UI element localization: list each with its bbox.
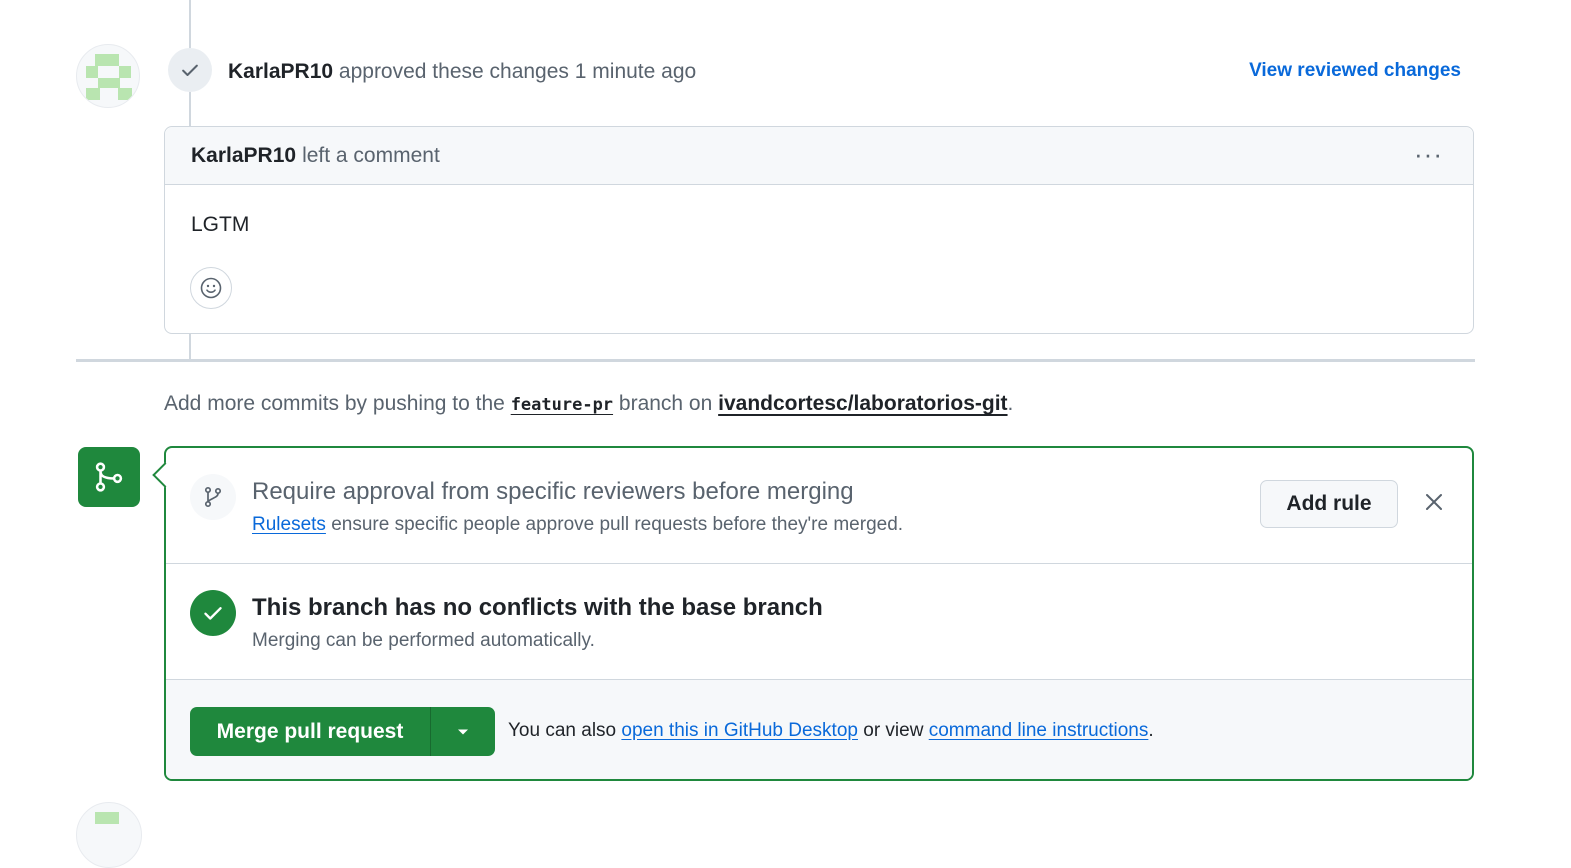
merge-options-dropdown[interactable] (430, 707, 495, 756)
close-icon[interactable] (1422, 490, 1446, 514)
success-check-badge (190, 590, 236, 636)
identicon (95, 812, 119, 824)
ruleset-suggestion: Require approval from specific reviewers… (166, 448, 1472, 564)
timeline-line-mid (189, 92, 191, 126)
merge-status-icon-box (78, 447, 140, 507)
hint-suffix: . (1007, 392, 1014, 415)
next-event-avatar[interactable] (76, 802, 142, 868)
conflicts-status: This branch has no conflicts with the ba… (166, 564, 1472, 680)
review-author[interactable]: KarlaPR10 (228, 60, 333, 83)
timeline-line-lower (189, 334, 191, 360)
also-suffix: . (1148, 720, 1154, 741)
check-icon (182, 64, 198, 76)
approved-check-badge (168, 48, 212, 92)
command-line-instructions-link[interactable]: command line instructions (929, 720, 1149, 741)
comment-box: KarlaPR10 left a comment ··· LGTM (164, 126, 1474, 334)
add-rule-button[interactable]: Add rule (1260, 480, 1398, 528)
also-prefix: You can also (508, 720, 617, 741)
avatar[interactable] (76, 44, 140, 108)
check-icon (204, 607, 222, 620)
review-action: approved these changes (338, 60, 569, 83)
rule-icon-wrap (190, 474, 236, 520)
triangle-down-icon (458, 729, 468, 734)
comment-author[interactable]: KarlaPR10 (191, 144, 296, 168)
identicon (86, 54, 132, 100)
git-merge-icon (95, 462, 123, 492)
rulesets-link[interactable]: Rulesets (252, 514, 326, 535)
hint-prefix: Add more commits by pushing to the (164, 392, 505, 415)
conflicts-title: This branch has no conflicts with the ba… (252, 594, 823, 621)
timeline-divider (76, 359, 1475, 362)
comment-body: LGTM (191, 213, 250, 236)
hint-middle: branch on (618, 392, 713, 415)
merge-actions: Merge pull request You can also open thi… (166, 680, 1472, 779)
ruleset-description: Rulesets ensure specific people approve … (252, 514, 903, 536)
ruleset-title: Require approval from specific reviewers… (252, 478, 854, 505)
git-branch-icon (204, 486, 222, 508)
kebab-menu-icon[interactable]: ··· (1414, 139, 1443, 170)
merge-pull-request-button[interactable]: Merge pull request (190, 707, 430, 756)
ruleset-description-text: ensure specific people approve pull requ… (331, 514, 904, 535)
comment-header: KarlaPR10 left a comment ··· (165, 127, 1473, 185)
add-reaction-button[interactable] (190, 267, 232, 309)
branch-name-link[interactable]: feature-pr (511, 395, 613, 415)
view-reviewed-changes-link[interactable]: View reviewed changes (1249, 60, 1461, 82)
conflicts-subtitle: Merging can be performed automatically. (252, 630, 595, 651)
comment-action: left a comment (302, 143, 440, 167)
review-header: KarlaPR10 approved these changes 1 minut… (228, 60, 696, 84)
merge-alternatives: You can also open this in GitHub Desktop… (508, 720, 1154, 742)
github-desktop-link[interactable]: open this in GitHub Desktop (621, 720, 858, 741)
merge-button-group: Merge pull request (190, 707, 495, 756)
smiley-icon (200, 277, 222, 299)
also-middle: or view (863, 720, 924, 741)
repo-link[interactable]: ivandcortesc/laboratorios-git (718, 392, 1007, 415)
add-commits-hint: Add more commits by pushing to the featu… (164, 392, 1013, 416)
timeline-line-top (189, 0, 191, 48)
merge-box: Require approval from specific reviewers… (152, 446, 1474, 781)
review-time[interactable]: 1 minute ago (575, 60, 696, 83)
